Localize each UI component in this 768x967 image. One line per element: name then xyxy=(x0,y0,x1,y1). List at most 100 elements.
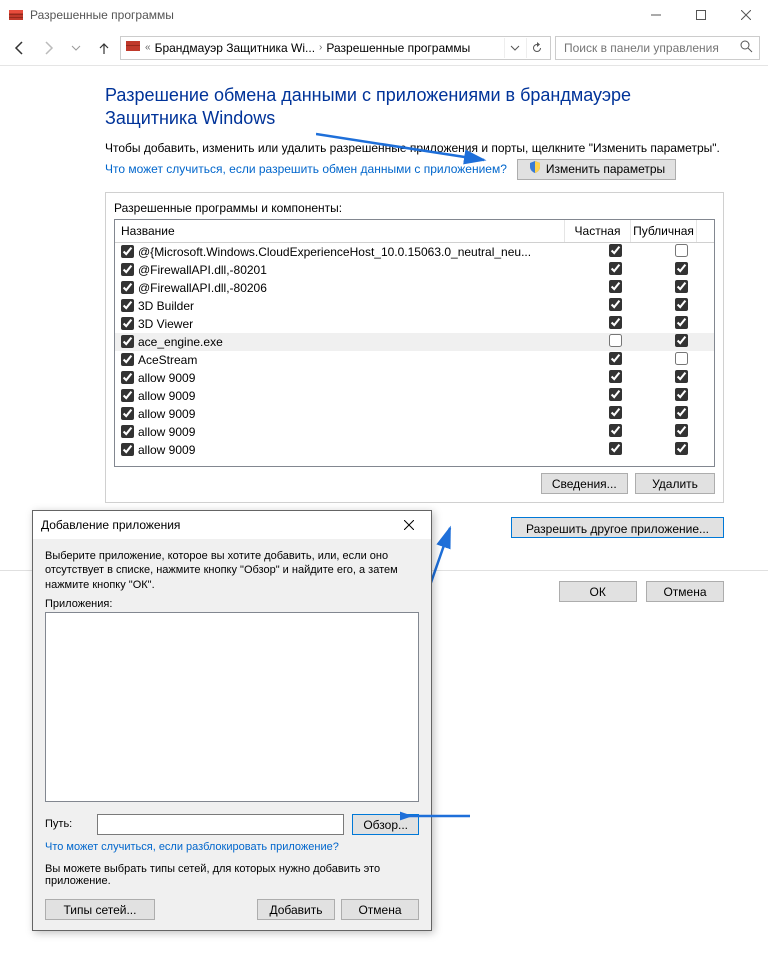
browse-button[interactable]: Обзор... xyxy=(352,814,419,835)
row-name: allow 9009 xyxy=(138,389,195,403)
group-label: Разрешенные программы и компоненты: xyxy=(114,201,715,215)
dialog-instruction: Выберите приложение, которое вы хотите д… xyxy=(45,549,419,592)
recent-dropdown[interactable] xyxy=(64,36,88,60)
up-button[interactable] xyxy=(92,36,116,60)
table-row[interactable]: allow 9009 xyxy=(115,441,714,459)
row-name: ace_engine.exe xyxy=(138,335,223,349)
public-checkbox[interactable] xyxy=(675,352,688,365)
table-row[interactable]: @{Microsoft.Windows.CloudExperienceHost_… xyxy=(115,243,714,261)
back-button[interactable] xyxy=(8,36,32,60)
row-name: allow 9009 xyxy=(138,425,195,439)
col-private[interactable]: Частная xyxy=(565,220,631,242)
private-checkbox[interactable] xyxy=(609,442,622,455)
forward-button[interactable] xyxy=(36,36,60,60)
private-checkbox[interactable] xyxy=(609,406,622,419)
row-enable-checkbox[interactable] xyxy=(121,353,134,366)
delete-button[interactable]: Удалить xyxy=(635,473,715,494)
table-row[interactable]: 3D Viewer xyxy=(115,315,714,333)
network-types-button[interactable]: Типы сетей... xyxy=(45,899,155,920)
ok-button[interactable]: ОК xyxy=(559,581,637,602)
private-checkbox[interactable] xyxy=(609,298,622,311)
table-row[interactable]: allow 9009 xyxy=(115,423,714,441)
private-checkbox[interactable] xyxy=(609,388,622,401)
public-checkbox[interactable] xyxy=(675,280,688,293)
search-input[interactable] xyxy=(562,40,736,56)
dialog-titlebar: Добавление приложения xyxy=(33,511,431,539)
dialog-cancel-button[interactable]: Отмена xyxy=(341,899,419,920)
public-checkbox[interactable] xyxy=(675,262,688,275)
row-enable-checkbox[interactable] xyxy=(121,263,134,276)
add-button[interactable]: Добавить xyxy=(257,899,335,920)
search-box[interactable] xyxy=(555,36,760,60)
cancel-button[interactable]: Отмена xyxy=(646,581,724,602)
address-dropdown[interactable] xyxy=(504,38,524,58)
table-row[interactable]: @FirewallAPI.dll,-80206 xyxy=(115,279,714,297)
path-input[interactable] xyxy=(97,814,344,835)
breadcrumb-item[interactable]: Разрешенные программы xyxy=(326,41,470,55)
dialog-close-button[interactable] xyxy=(395,511,423,539)
maximize-button[interactable] xyxy=(678,0,723,30)
row-enable-checkbox[interactable] xyxy=(121,443,134,456)
address-bar[interactable]: « Брандмауэр Защитника Wi... › Разрешенн… xyxy=(120,36,551,60)
private-checkbox[interactable] xyxy=(609,244,622,257)
public-checkbox[interactable] xyxy=(675,424,688,437)
public-checkbox[interactable] xyxy=(675,316,688,329)
private-checkbox[interactable] xyxy=(609,280,622,293)
row-name: @FirewallAPI.dll,-80201 xyxy=(138,263,267,277)
public-checkbox[interactable] xyxy=(675,334,688,347)
row-enable-checkbox[interactable] xyxy=(121,317,134,330)
details-button[interactable]: Сведения... xyxy=(541,473,628,494)
unblock-link[interactable]: Что может случиться, если разблокировать… xyxy=(45,841,339,853)
nav-toolbar: « Брандмауэр Защитника Wi... › Разрешенн… xyxy=(0,30,768,66)
close-button[interactable] xyxy=(723,0,768,30)
header-scroll-gap xyxy=(697,220,714,242)
list-body[interactable]: @{Microsoft.Windows.CloudExperienceHost_… xyxy=(115,243,714,466)
add-app-dialog: Добавление приложения Выберите приложени… xyxy=(32,510,432,931)
row-enable-checkbox[interactable] xyxy=(121,281,134,294)
table-row[interactable]: ace_engine.exe xyxy=(115,333,714,351)
row-enable-checkbox[interactable] xyxy=(121,335,134,348)
row-enable-checkbox[interactable] xyxy=(121,389,134,402)
dialog-note: Вы можете выбрать типы сетей, для которы… xyxy=(45,863,419,887)
chevron-left-icon: « xyxy=(145,42,151,53)
public-checkbox[interactable] xyxy=(675,388,688,401)
private-checkbox[interactable] xyxy=(609,262,622,275)
breadcrumb-item[interactable]: Брандмауэр Защитника Wi... xyxy=(155,41,315,55)
row-enable-checkbox[interactable] xyxy=(121,371,134,384)
col-public[interactable]: Публичная xyxy=(631,220,697,242)
public-checkbox[interactable] xyxy=(675,244,688,257)
private-checkbox[interactable] xyxy=(609,424,622,437)
row-name: @{Microsoft.Windows.CloudExperienceHost_… xyxy=(138,245,531,259)
col-name[interactable]: Название xyxy=(115,220,565,242)
public-checkbox[interactable] xyxy=(675,370,688,383)
private-checkbox[interactable] xyxy=(609,316,622,329)
table-row[interactable]: 3D Builder xyxy=(115,297,714,315)
row-enable-checkbox[interactable] xyxy=(121,407,134,420)
public-checkbox[interactable] xyxy=(675,442,688,455)
risk-link[interactable]: Что может случиться, если разрешить обме… xyxy=(105,162,507,176)
row-enable-checkbox[interactable] xyxy=(121,299,134,312)
page-title: Разрешение обмена данными с приложениями… xyxy=(105,84,724,131)
shield-icon xyxy=(528,160,542,179)
table-row[interactable]: @FirewallAPI.dll,-80201 xyxy=(115,261,714,279)
row-enable-checkbox[interactable] xyxy=(121,245,134,258)
row-name: allow 9009 xyxy=(138,443,195,457)
apps-listbox[interactable] xyxy=(45,612,419,802)
change-settings-button[interactable]: Изменить параметры xyxy=(517,159,676,180)
table-row[interactable]: allow 9009 xyxy=(115,387,714,405)
dialog-title: Добавление приложения xyxy=(41,518,395,532)
firewall-icon xyxy=(8,7,24,23)
table-row[interactable]: allow 9009 xyxy=(115,405,714,423)
table-row[interactable]: allow 9009 xyxy=(115,369,714,387)
table-row[interactable]: AceStream xyxy=(115,351,714,369)
private-checkbox[interactable] xyxy=(609,370,622,383)
refresh-button[interactable] xyxy=(526,38,546,58)
public-checkbox[interactable] xyxy=(675,298,688,311)
public-checkbox[interactable] xyxy=(675,406,688,419)
minimize-button[interactable] xyxy=(633,0,678,30)
private-checkbox[interactable] xyxy=(609,352,622,365)
private-checkbox[interactable] xyxy=(609,334,622,347)
row-enable-checkbox[interactable] xyxy=(121,425,134,438)
allow-other-button[interactable]: Разрешить другое приложение... xyxy=(511,517,724,538)
page-intro: Чтобы добавить, изменить или удалить раз… xyxy=(105,141,724,155)
